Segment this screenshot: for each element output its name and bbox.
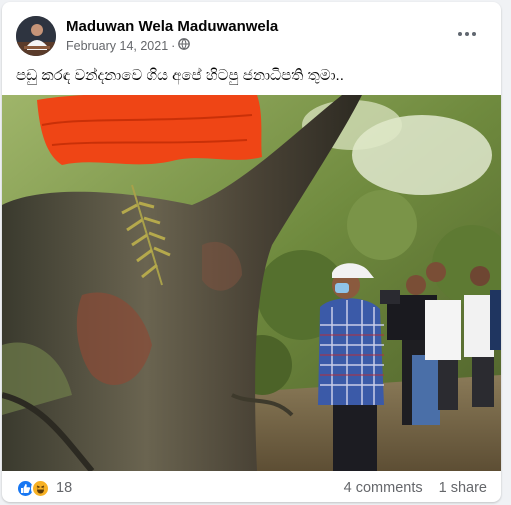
post-header: Maduwan Wela Maduwanwela February 14, 20… (16, 14, 487, 58)
author-avatar[interactable] (16, 16, 56, 56)
globe-icon (178, 38, 191, 53)
comments-count[interactable]: 4 comments (344, 480, 423, 496)
meta-separator: · (171, 38, 176, 53)
post-photo[interactable] (2, 95, 501, 471)
reactions-summary[interactable]: 18 (16, 478, 73, 498)
post-meta: February 14, 2021 · (66, 38, 191, 53)
more-options-button[interactable] (453, 22, 481, 46)
dot (472, 32, 476, 36)
author-name[interactable]: Maduwan Wela Maduwanwela (66, 18, 278, 35)
post-date[interactable]: February 14, 2021 (66, 39, 168, 53)
post-footer: 18 4 comments 1 share (16, 476, 487, 500)
dot (458, 32, 462, 36)
shares-count[interactable]: 1 share (439, 480, 487, 496)
reaction-count: 18 (56, 480, 73, 496)
haha-icon (31, 478, 50, 498)
engagement-stats: 4 comments 1 share (344, 480, 487, 496)
post-card: Maduwan Wela Maduwanwela February 14, 20… (2, 2, 501, 502)
dot (465, 32, 469, 36)
post-caption: පඩු කරඳ වන්දනාවෙ ගිය අපේ හිටපු ජනාධිපති … (16, 67, 344, 84)
